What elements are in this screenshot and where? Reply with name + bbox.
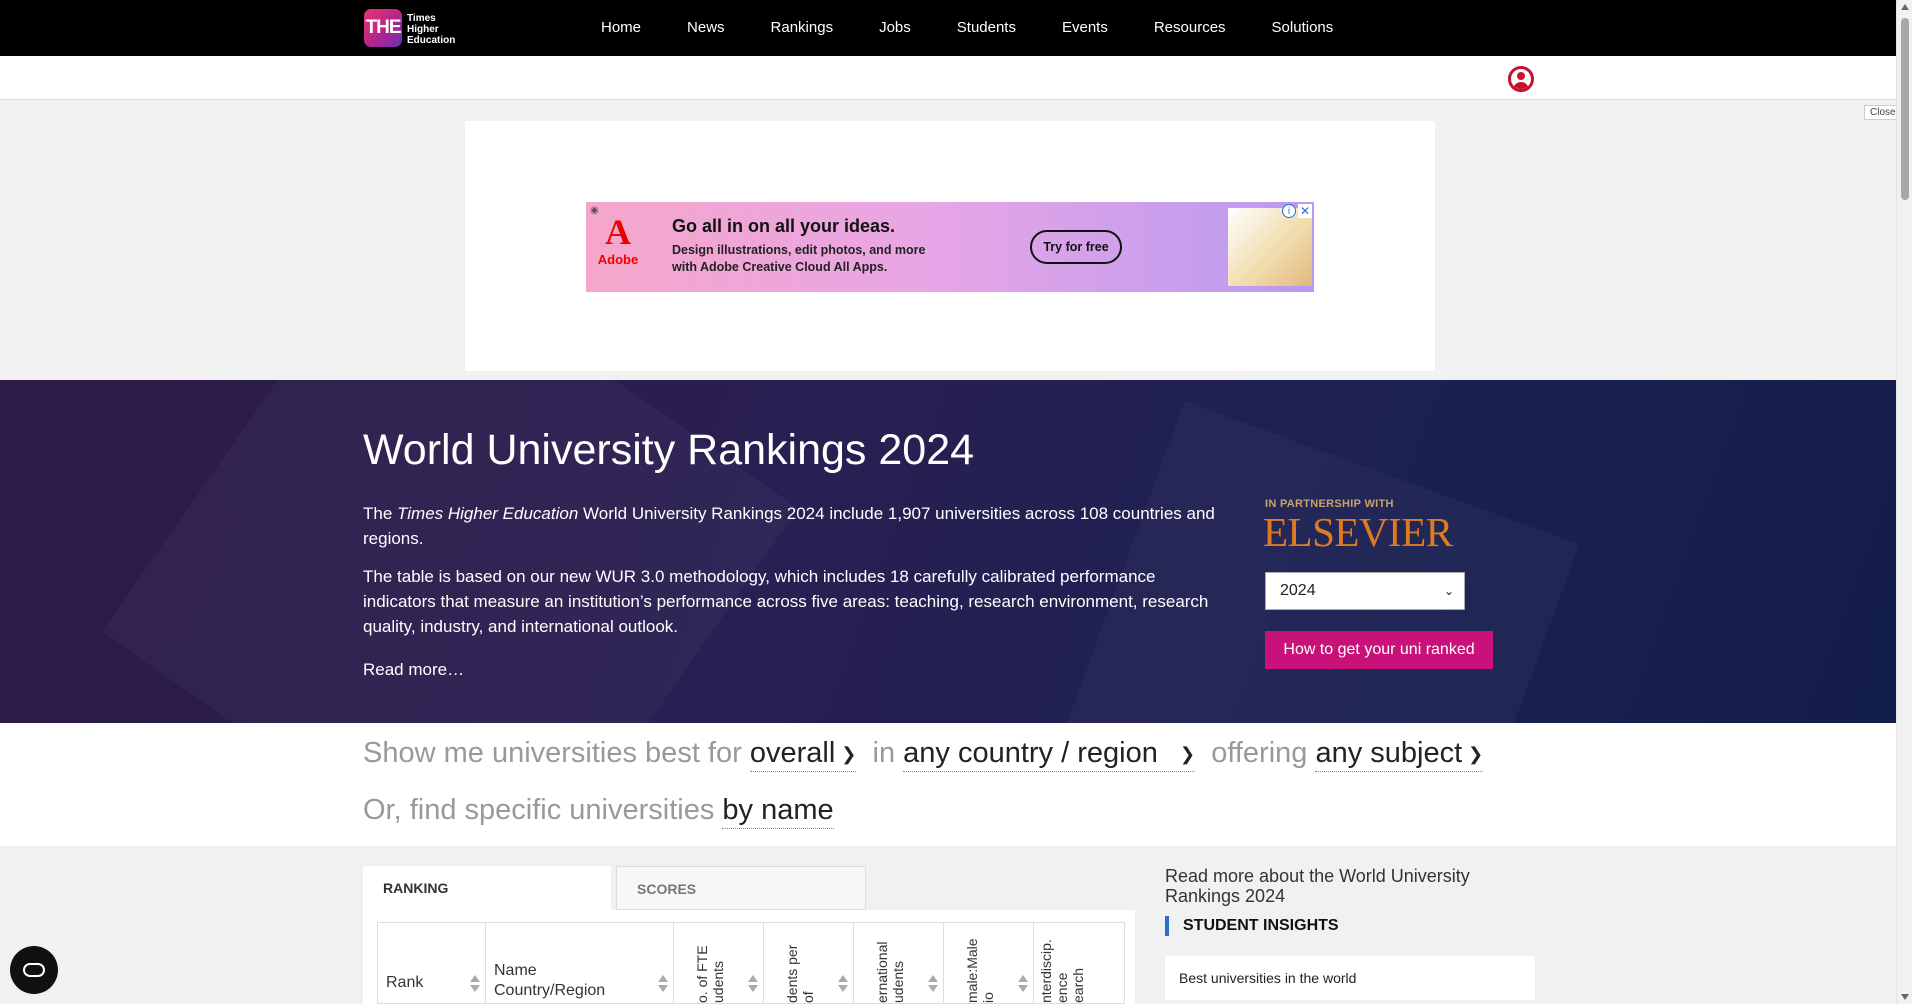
top-navigation: THE Times Higher Education Home News Ran… [0,0,1896,56]
column-header-students-per-staff[interactable]: dents per of [763,922,855,1004]
nav-resources[interactable]: Resources [1131,0,1249,56]
filter-lead: Show me universities best for [363,737,742,769]
tab-scores[interactable]: SCORES [616,866,866,910]
find-lead: Or, find specific universities [363,794,715,826]
chevron-down-icon: ❯ [1179,743,1196,764]
ad-cta-button[interactable]: Try for free [1030,230,1122,264]
chevron-down-icon: ⌄ [1443,584,1454,598]
column-header-fte-students[interactable]: o. of FTE udents [673,922,765,1004]
hero-intro-prefix: The [363,504,398,523]
subject-value: any subject [1315,737,1463,769]
column-header-label: ernational udents [874,941,906,1004]
column-header-name[interactable]: Name Country/Region [485,922,675,1004]
ad-banner[interactable]: ◉ A Adobe Go all in on all your ideas. D… [586,202,1314,292]
subject-dropdown[interactable]: any subject ❯ [1315,737,1484,772]
scrollbar-thumb[interactable] [1901,18,1909,200]
ranking-filters: Show me universities best for overall ❯ i… [0,723,1896,846]
adobe-mark-icon: A [605,212,631,252]
offering-label: offering [1211,737,1308,769]
column-header-label: o. of FTE udents [694,945,726,1003]
hero-intro-italic: Times Higher Education [397,504,579,523]
nav-rankings[interactable]: Rankings [748,0,857,56]
nav-jobs[interactable]: Jobs [856,0,934,56]
column-header-label: male:Male io [964,938,996,1003]
adobe-wordmark: Adobe [597,252,639,267]
column-header-label: nterdiscip. ence earch [1038,939,1086,1003]
read-more-link[interactable]: Read more… [363,660,464,680]
chevron-down-icon: ❯ [1468,743,1484,764]
in-label: in [872,737,896,769]
nav-events[interactable]: Events [1039,0,1131,56]
sort-icon[interactable] [658,975,668,995]
user-icon-head [1517,72,1525,80]
sub-header-bar [0,56,1896,100]
ad-product-image [1228,208,1312,286]
hero-background-facet [1041,401,1579,723]
column-header-label: dents per of [784,944,816,1003]
sort-icon[interactable] [748,975,758,995]
sort-icon[interactable] [470,975,480,995]
hero-intro: The Times Higher Education World Univers… [363,501,1223,551]
filter-sentence: Show me universities best for overall ❯ i… [363,737,1484,772]
user-icon-body [1513,82,1529,89]
get-ranked-button[interactable]: How to get your uni ranked [1265,631,1493,669]
scroll-up-icon[interactable] [1901,4,1909,10]
best-for-value: overall [749,737,836,769]
year-select[interactable]: 2024 ⌄ [1265,572,1465,610]
year-select-value: 2024 [1280,582,1316,599]
page-scrollbar[interactable] [1896,0,1912,1004]
rankings-hero: World University Rankings 2024 The Times… [0,380,1896,723]
accessibility-icon [23,963,45,977]
column-header-female-male-ratio[interactable]: male:Male io [943,922,1035,1004]
best-for-dropdown[interactable]: overall ❯ [749,737,857,772]
chevron-down-icon: ❯ [841,743,857,764]
adobe-logo: A Adobe [594,212,642,282]
accessibility-button[interactable] [10,946,58,994]
rankings-table: Rank Name Country/Region o. of FTE udent… [363,910,1135,1004]
column-header-name-line1: Name [494,962,537,979]
sidebar-section-heading: STUDENT INSIGHTS [1165,916,1339,936]
sort-icon[interactable] [838,975,848,995]
ad-info-icon[interactable]: i [1282,204,1296,218]
column-header-interdisciplinary-science[interactable]: nterdiscip. ence earch [1033,922,1125,1004]
country-value: any country / region [903,737,1158,769]
find-by-name: Or, find specific universities by name [363,794,834,829]
scroll-down-icon[interactable] [1901,994,1909,1000]
nav-news[interactable]: News [664,0,748,56]
sidebar-link-best-universities[interactable]: Best universities in the world [1165,956,1535,1000]
sort-icon[interactable] [928,975,938,995]
by-name-link[interactable]: by name [722,794,834,829]
column-header-label: Rank [386,974,424,991]
main-nav: Home News Rankings Jobs Students Events … [578,0,1356,56]
ad-headline: Go all in on all your ideas. [672,216,896,236]
page-title: World University Rankings 2024 [363,426,975,474]
column-header-label: Name Country/Region [494,961,605,1001]
country-dropdown[interactable]: any country / region ❯ [903,737,1196,772]
elsevier-logo[interactable]: ELSEVIER [1263,508,1453,556]
hero-methodology: The table is based on our new WUR 3.0 me… [363,567,1209,636]
ad-body: Design illustrations, edit photos, and m… [672,243,926,274]
user-icon[interactable] [1508,66,1534,92]
sidebar-title: Read more about the World University Ran… [1165,866,1470,906]
logo-text[interactable]: Times Higher Education [407,13,467,46]
column-header-rank[interactable]: Rank [377,922,487,1004]
tab-ranking[interactable]: RANKING [363,866,611,910]
nav-solutions[interactable]: Solutions [1249,0,1357,56]
nav-home[interactable]: Home [578,0,664,56]
the-logo[interactable]: THE [364,9,402,47]
nav-students[interactable]: Students [934,0,1039,56]
sort-icon[interactable] [1018,975,1028,995]
ad-close-icon[interactable]: ✕ [1298,204,1312,218]
column-header-international-students[interactable]: ernational udents [853,922,945,1004]
column-header-name-line2: Country/Region [494,982,606,999]
